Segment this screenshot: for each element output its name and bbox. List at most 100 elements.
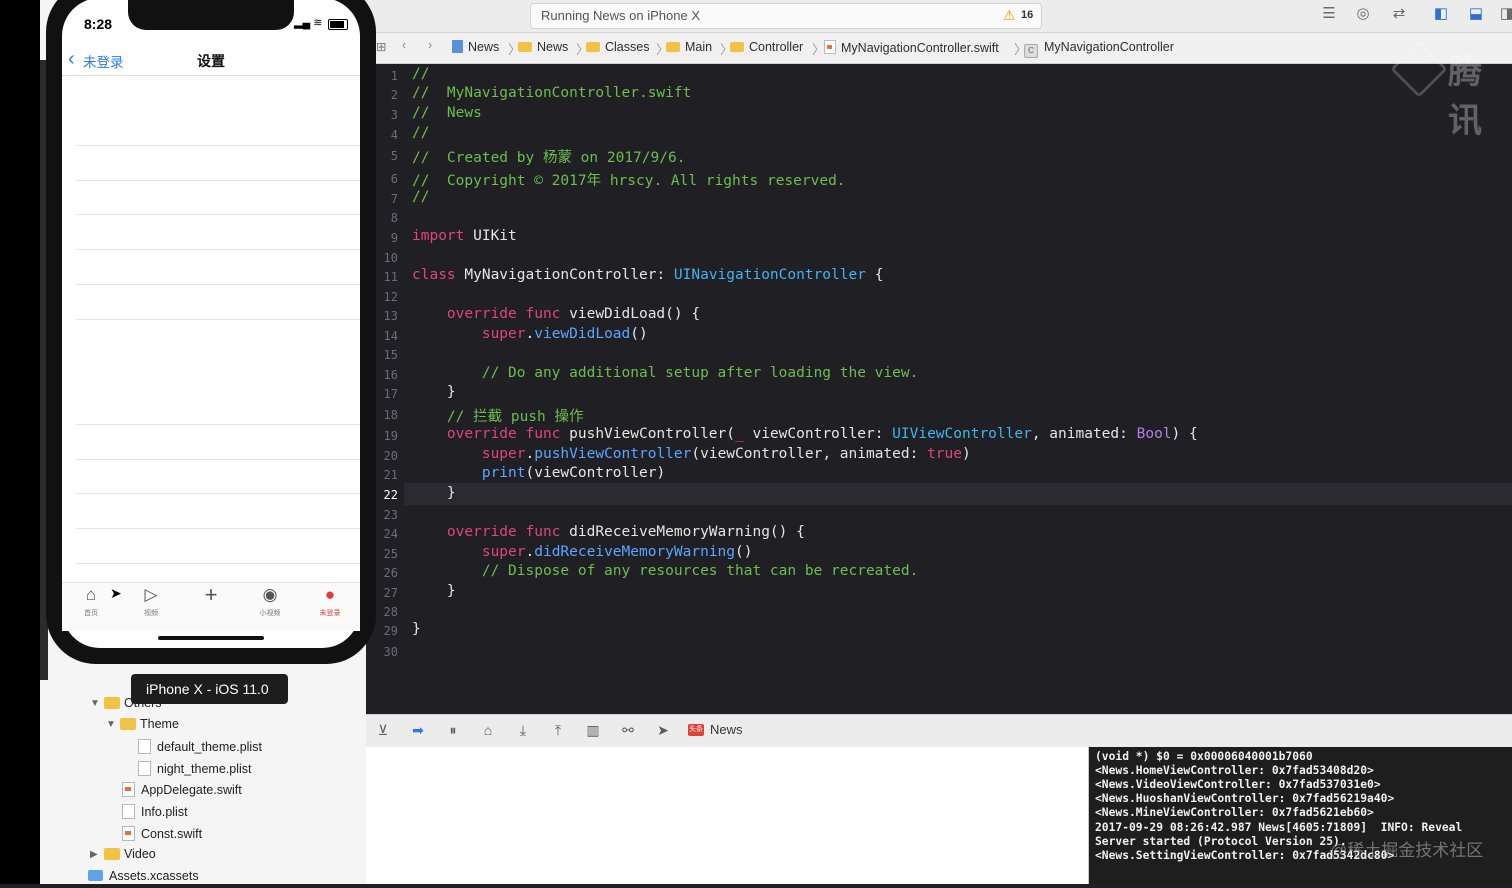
code-line: // <box>412 125 430 141</box>
tab-home[interactable]: ⌂ 首页 <box>67 582 115 628</box>
swift-file-icon <box>122 826 135 841</box>
step-out-icon[interactable]: ⤒ <box>547 721 569 739</box>
jump-label: MyNavigationController <box>1044 40 1174 54</box>
code-token: Bool <box>1136 426 1172 442</box>
swift-file-icon <box>824 40 836 54</box>
console-line: 2017-09-29 08:26:42.987 News[4605:71809]… <box>1095 821 1463 834</box>
jump-file[interactable]: MyNavigationController.swift <box>824 40 999 55</box>
jump-group-classes[interactable]: Classes <box>586 40 649 54</box>
view-debugger-icon[interactable]: ▥ <box>582 721 604 739</box>
code-token: ) { <box>1171 426 1198 442</box>
toggle-debug-area-icon[interactable]: ⬓ <box>1465 4 1487 24</box>
tree-item-label: Assets.xcassets <box>109 869 199 883</box>
jump-project[interactable]: News <box>452 40 499 54</box>
jump-label: News <box>537 40 569 54</box>
code-line: override func didReceiveMemoryWarning() … <box>412 524 805 540</box>
device-tooltip: iPhone X - iOS 11.0 <box>131 674 288 704</box>
cell-separator <box>76 528 360 529</box>
tree-item-night-theme[interactable]: night_theme.plist <box>40 759 366 780</box>
tree-item-label: AppDelegate.swift <box>141 783 242 797</box>
code-line: } <box>412 485 456 501</box>
console-output[interactable]: (void *) $0 = 0x00006040001b7060 <News.H… <box>1089 747 1512 884</box>
jump-label: Main <box>685 40 713 54</box>
tree-item-theme[interactable]: ▼ Theme <box>40 715 366 736</box>
battery-icon <box>328 19 348 30</box>
assistant-editor-icon[interactable]: ◎ <box>1352 4 1374 24</box>
step-into-icon[interactable]: ⤓ <box>512 721 534 739</box>
folder-icon <box>104 697 120 709</box>
tab-small-video[interactable]: ◉ 小视频 <box>246 582 294 628</box>
code-token: . <box>525 326 535 342</box>
code-token: UIViewController <box>892 426 1032 442</box>
code-token: _ <box>735 426 744 442</box>
code-line: // Created by 杨蒙 on 2017/9/6. <box>412 150 686 166</box>
code-token: super <box>412 544 526 560</box>
cell-separator <box>76 424 360 425</box>
small-video-icon: ◉ <box>262 585 278 604</box>
code-token: . <box>525 446 535 462</box>
jump-group-news[interactable]: News <box>518 40 568 54</box>
code-token: . <box>525 544 535 560</box>
code-line: override func viewDidLoad() { <box>412 306 700 322</box>
jump-group-main[interactable]: Main <box>666 40 712 54</box>
debug-process-name[interactable]: News <box>710 722 743 737</box>
variables-view[interactable] <box>366 747 1089 884</box>
code-line: // News <box>412 105 482 121</box>
code-line: import UIKit <box>412 228 517 244</box>
version-editor-icon[interactable]: ⇄ <box>1388 4 1410 24</box>
chevron-left-icon[interactable]: ‹ <box>68 49 75 69</box>
breakpoints-toggle-icon[interactable]: ➡ <box>407 721 429 739</box>
disclosure-open-icon[interactable]: ▼ <box>106 719 116 730</box>
cell-separator <box>76 214 360 215</box>
related-items-icon[interactable]: ⊞ <box>376 39 386 54</box>
disclosure-closed-icon[interactable]: ▶ <box>90 849 98 860</box>
disclosure-open-icon[interactable]: ▼ <box>90 698 100 709</box>
console-line: (void *) $0 = 0x00006040001b7060 <box>1095 750 1313 763</box>
tree-item-info-plist[interactable]: Info.plist <box>40 802 366 823</box>
simulator-screen[interactable] <box>62 0 360 648</box>
tab-publish[interactable]: + <box>187 582 235 628</box>
activity-viewer: Running News on iPhone X ⚠ 16 <box>530 3 1042 29</box>
nav-back-button[interactable]: 未登录 <box>83 51 124 71</box>
watermark-text: 腾讯 <box>1448 53 1482 140</box>
plus-icon: + <box>204 582 218 607</box>
folder-icon <box>586 42 600 52</box>
code-token: override func <box>412 306 561 322</box>
home-indicator[interactable] <box>158 636 264 640</box>
hide-debug-area-icon[interactable]: ⊻ <box>372 721 394 739</box>
assets-icon <box>88 870 103 881</box>
tab-mine[interactable]: ● 未登录 <box>306 582 354 628</box>
house-icon: ⌂ <box>85 585 97 604</box>
jump-class[interactable]: C MyNavigationController <box>1024 40 1174 58</box>
code-token: super <box>412 326 526 342</box>
warning-count[interactable]: 16 <box>1021 9 1033 21</box>
code-line: super.pushViewController(viewController,… <box>412 446 971 462</box>
tab-video[interactable]: ▷ 视频 <box>127 582 175 628</box>
toggle-inspector-icon[interactable]: ◨ <box>1496 4 1512 24</box>
code-token: import <box>412 228 465 244</box>
memory-graph-icon[interactable]: ⚯ <box>617 721 639 739</box>
code-token: { <box>865 267 884 283</box>
jump-group-controller[interactable]: Controller <box>730 40 803 54</box>
folder-icon <box>518 42 532 52</box>
tree-item-default-theme[interactable]: default_theme.plist <box>40 737 366 758</box>
tree-item-assets[interactable]: Assets.xcassets <box>40 867 366 888</box>
nav-title: 设置 <box>197 53 225 69</box>
person-icon: ● <box>324 585 336 604</box>
code-token: didReceiveMemoryWarning <box>534 544 736 560</box>
standard-editor-icon[interactable]: ☰ <box>1318 4 1340 24</box>
class-icon: C <box>1024 44 1038 58</box>
tree-item-video[interactable]: ▶ Video <box>40 845 366 866</box>
pause-icon[interactable]: ⏸ <box>442 721 464 739</box>
warning-icon[interactable]: ⚠ <box>1003 7 1016 24</box>
forward-arrow-icon[interactable]: › <box>428 38 432 52</box>
back-arrow-icon[interactable]: ‹ <box>402 38 406 52</box>
tree-item-const[interactable]: Const.swift <box>40 824 366 845</box>
tree-item-label: night_theme.plist <box>157 762 252 776</box>
toggle-navigator-icon[interactable]: ◧ <box>1430 4 1452 24</box>
step-over-icon[interactable]: ⌂ <box>477 721 499 739</box>
simulate-location-icon[interactable]: ➤ <box>652 721 674 739</box>
tree-item-app-delegate[interactable]: AppDelegate.swift <box>40 780 366 801</box>
plist-file-icon <box>122 804 135 819</box>
code-line: // MyNavigationController.swift <box>412 85 692 101</box>
